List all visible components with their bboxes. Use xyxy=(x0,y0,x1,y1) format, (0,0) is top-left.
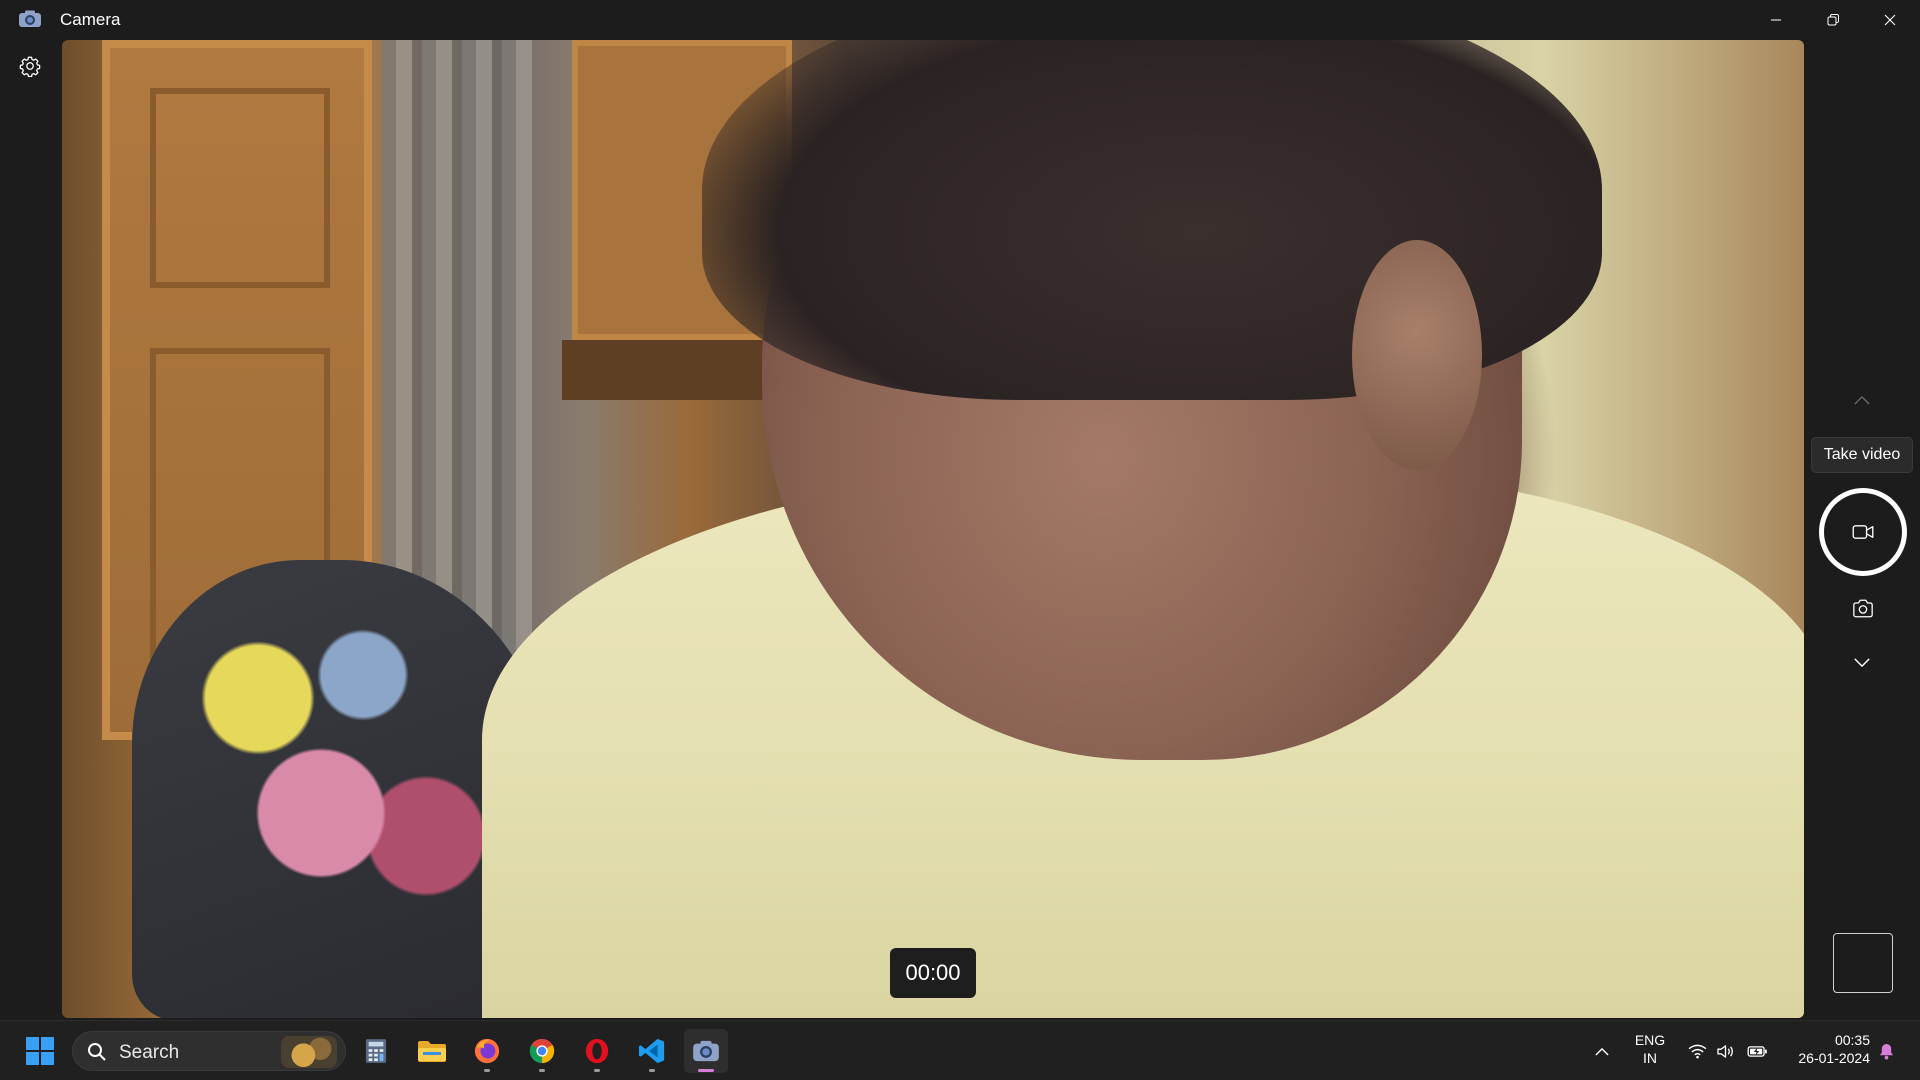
taskbar: Search ENG IN 00:35 26-01-2024 xyxy=(0,1020,1920,1080)
taskbar-app-calculator[interactable] xyxy=(354,1029,398,1073)
chevron-up-icon xyxy=(1854,395,1870,405)
firefox-icon xyxy=(474,1038,500,1064)
minimize-icon xyxy=(1771,19,1781,21)
search-label: Search xyxy=(119,1042,180,1063)
input-language-indicator[interactable]: ENG IN xyxy=(1630,1031,1670,1067)
title-bar: Camera xyxy=(0,0,1920,40)
active-indicator xyxy=(698,1069,714,1072)
running-indicator xyxy=(649,1069,655,1072)
opera-icon xyxy=(585,1038,609,1064)
folder-icon xyxy=(418,1041,446,1062)
photo-camera-icon xyxy=(1853,599,1873,617)
feed-subject-ear xyxy=(1352,240,1482,470)
wifi-icon xyxy=(1688,1044,1706,1058)
recording-timer: 00:00 xyxy=(890,948,976,998)
camera-icon xyxy=(693,1040,719,1062)
chevron-down-icon xyxy=(1854,657,1870,667)
search-icon xyxy=(88,1043,106,1061)
clock[interactable]: 00:35 26-01-2024 xyxy=(1782,1031,1870,1067)
video-camera-icon xyxy=(1852,525,1874,539)
taskbar-app-chrome[interactable] xyxy=(520,1029,564,1073)
battery-status[interactable] xyxy=(1745,1039,1769,1063)
bell-icon xyxy=(1879,1043,1893,1059)
taskbar-app-opera[interactable] xyxy=(575,1029,619,1073)
battery-charging-icon xyxy=(1747,1045,1767,1057)
close-icon xyxy=(1884,14,1896,26)
chrome-icon xyxy=(529,1038,555,1064)
taskbar-app-camera[interactable] xyxy=(684,1029,728,1073)
take-video-tooltip: Take video xyxy=(1811,437,1913,473)
restore-icon xyxy=(1827,14,1839,26)
start-button[interactable] xyxy=(18,1029,62,1073)
photo-mode-button[interactable] xyxy=(1846,593,1880,623)
restore-button[interactable] xyxy=(1805,0,1861,40)
camera-viewfinder[interactable] xyxy=(62,40,1804,1018)
search-highlight-image xyxy=(281,1036,337,1068)
mode-up-button[interactable] xyxy=(1846,384,1878,416)
settings-button[interactable] xyxy=(14,50,46,82)
wifi-status[interactable] xyxy=(1685,1039,1709,1063)
close-button[interactable] xyxy=(1862,0,1918,40)
language-region: IN xyxy=(1643,1050,1657,1066)
windows-logo-icon xyxy=(26,1037,54,1065)
taskbar-app-firefox[interactable] xyxy=(465,1029,509,1073)
running-indicator xyxy=(484,1069,490,1072)
window-title: Camera xyxy=(60,10,121,29)
clock-date: 26-01-2024 xyxy=(1798,1050,1870,1066)
language-code: ENG xyxy=(1634,1032,1666,1048)
last-capture-thumbnail[interactable] xyxy=(1833,933,1893,993)
chevron-up-icon xyxy=(1595,1047,1609,1055)
vscode-icon xyxy=(638,1038,665,1064)
running-indicator xyxy=(594,1069,600,1072)
take-video-button[interactable] xyxy=(1819,488,1907,576)
running-indicator xyxy=(539,1069,545,1072)
minimize-button[interactable] xyxy=(1748,0,1804,40)
volume-status[interactable] xyxy=(1713,1039,1737,1063)
mode-down-button[interactable] xyxy=(1846,648,1878,676)
show-hidden-icons-button[interactable] xyxy=(1590,1039,1614,1063)
speaker-icon xyxy=(1716,1044,1733,1058)
taskbar-app-vscode[interactable] xyxy=(630,1029,674,1073)
shutter-inner xyxy=(1824,493,1902,571)
taskbar-search[interactable]: Search xyxy=(72,1031,346,1071)
notifications-button[interactable] xyxy=(1874,1039,1898,1063)
camera-app-icon xyxy=(18,10,42,28)
clock-time: 00:35 xyxy=(1834,1032,1870,1048)
taskbar-app-file-explorer[interactable] xyxy=(410,1029,454,1073)
gear-icon xyxy=(19,56,41,77)
feed-cabinet-panel xyxy=(150,88,330,288)
calculator-icon xyxy=(365,1039,387,1063)
